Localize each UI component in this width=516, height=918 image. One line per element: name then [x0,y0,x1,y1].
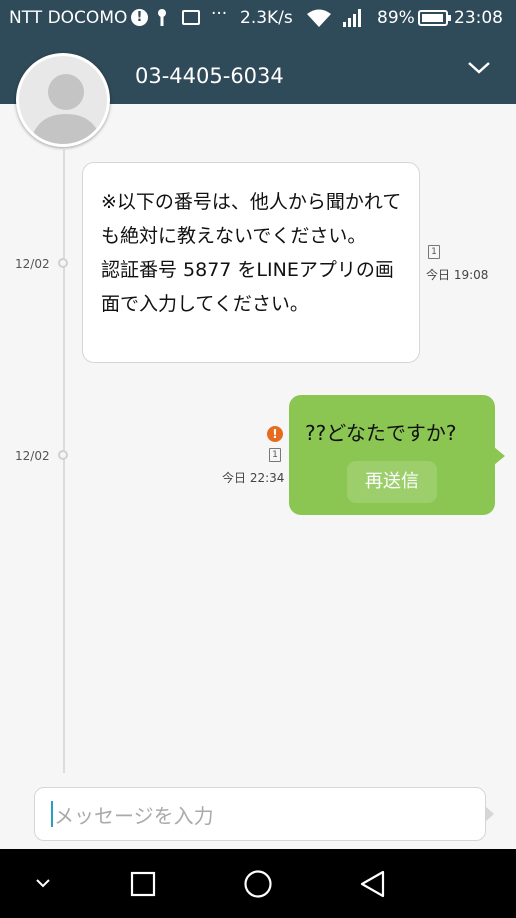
timeline-dot [58,258,68,268]
net-speed: 2.3K/s [240,8,293,28]
alert-icon: ! [131,9,148,26]
send-error-icon[interactable]: ! [267,426,283,442]
more-icon: ··· [211,4,228,24]
image-icon [182,10,200,25]
status-bar: NTT DOCOMO ! ··· 2.3K/s 89% 23:08 [0,0,516,38]
home-icon[interactable] [228,849,288,918]
message-input-placeholder: メッセージを入力 [54,804,214,828]
carrier-label: NTT DOCOMO [9,8,128,28]
recents-icon[interactable] [113,849,173,918]
clock: 23:08 [454,8,503,28]
message-text: ※以下の番号は、他人から聞かれても絶対に教えないでください。 認証番号 5877… [101,191,402,315]
timeline-line [63,148,65,773]
battery-icon [418,10,451,26]
timeline-dot [58,450,68,460]
input-tail [485,806,494,822]
resend-button[interactable]: 再送信 [347,461,437,503]
incoming-message-bubble[interactable]: ※以下の番号は、他人から聞かれても絶対に教えないでください。 認証番号 5877… [82,162,420,363]
message-time: 今日 22:34 [222,471,285,485]
message-text: ??どなたですか? [305,421,457,445]
message-date: 12/02 [15,449,50,463]
sim-indicator: 1 [428,245,440,259]
key-icon [156,8,168,33]
wifi-icon [306,8,332,33]
chevron-down-icon[interactable] [466,58,492,78]
back-icon[interactable] [343,849,403,918]
text-caret [51,801,53,827]
contact-number: 03-4405-6034 [135,64,284,88]
signal-icon [342,8,364,33]
contact-avatar[interactable] [16,53,110,147]
battery-percent: 89% [377,8,415,28]
person-icon [30,74,102,144]
message-date: 12/02 [15,257,50,271]
navigation-bar [0,849,516,918]
message-time: 今日 19:08 [426,268,489,282]
collapse-icon[interactable] [14,849,74,918]
sim-indicator: 1 [269,448,281,462]
outgoing-message-bubble[interactable]: ??どなたですか? 再送信 [289,395,505,515]
